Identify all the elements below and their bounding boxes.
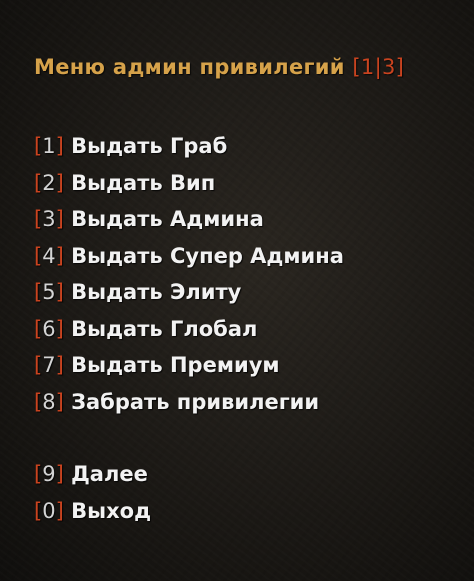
- menu-item-label: Выдать Граб: [71, 134, 228, 158]
- menu-item-key: 4: [42, 243, 56, 268]
- page-total: 3: [381, 55, 396, 79]
- menu-item-give-elite[interactable]: [5] Выдать Элиту: [34, 274, 454, 311]
- menu-items: [1] Выдать Граб [2] Выдать Вип [3] Выдат…: [34, 128, 454, 529]
- menu-item-label: Забрать привилегии: [71, 389, 320, 414]
- menu-item-give-grab[interactable]: [1] Выдать Граб: [34, 128, 454, 165]
- menu-item-key: 3: [42, 207, 56, 231]
- menu-item-key: 8: [42, 389, 56, 414]
- menu-item-key: 2: [42, 170, 56, 195]
- menu-item-key: 1: [42, 134, 56, 158]
- menu-item-key: 6: [42, 316, 56, 341]
- menu-title-text: Меню админ привилегий: [34, 55, 345, 79]
- menu-item-label: Далее: [71, 462, 148, 486]
- menu-item-give-global[interactable]: [6] Выдать Глобал: [34, 311, 454, 348]
- menu-item-label: Выдать Вип: [71, 170, 216, 195]
- menu-item-label: Выдать Премиум: [71, 353, 280, 377]
- menu-item-give-super-admin[interactable]: [4] Выдать Супер Админа: [34, 238, 454, 275]
- admin-privileges-menu: Меню админ привилегий [1|3] [1] Выдать Г…: [34, 52, 454, 529]
- menu-item-label: Выдать Элиту: [71, 280, 242, 304]
- menu-item-key: 5: [42, 280, 56, 304]
- menu-item-label: Выдать Супер Админа: [71, 243, 344, 268]
- menu-item-remove-privileges[interactable]: [8] Забрать привилегии: [34, 384, 454, 421]
- menu-item-key: 7: [42, 353, 56, 377]
- menu-item-key: 9: [42, 462, 56, 486]
- menu-item-give-premium[interactable]: [7] Выдать Премиум: [34, 347, 454, 384]
- menu-item-label: Выдать Глобал: [71, 316, 258, 341]
- menu-title: Меню админ привилегий [1|3]: [34, 52, 454, 82]
- menu-item-key: 0: [42, 498, 56, 523]
- menu-item-label: Выдать Админа: [71, 207, 264, 231]
- page-current: 1: [360, 55, 375, 79]
- menu-item-give-admin[interactable]: [3] Выдать Админа: [34, 201, 454, 238]
- page-separator: |: [374, 55, 382, 79]
- menu-item-label: Выход: [71, 498, 152, 523]
- menu-item-next[interactable]: [9] Далее: [34, 456, 454, 493]
- menu-item-give-vip[interactable]: [2] Выдать Вип: [34, 165, 454, 202]
- page-indicator: [1|3]: [352, 55, 405, 79]
- menu-item-exit[interactable]: [0] Выход: [34, 493, 454, 530]
